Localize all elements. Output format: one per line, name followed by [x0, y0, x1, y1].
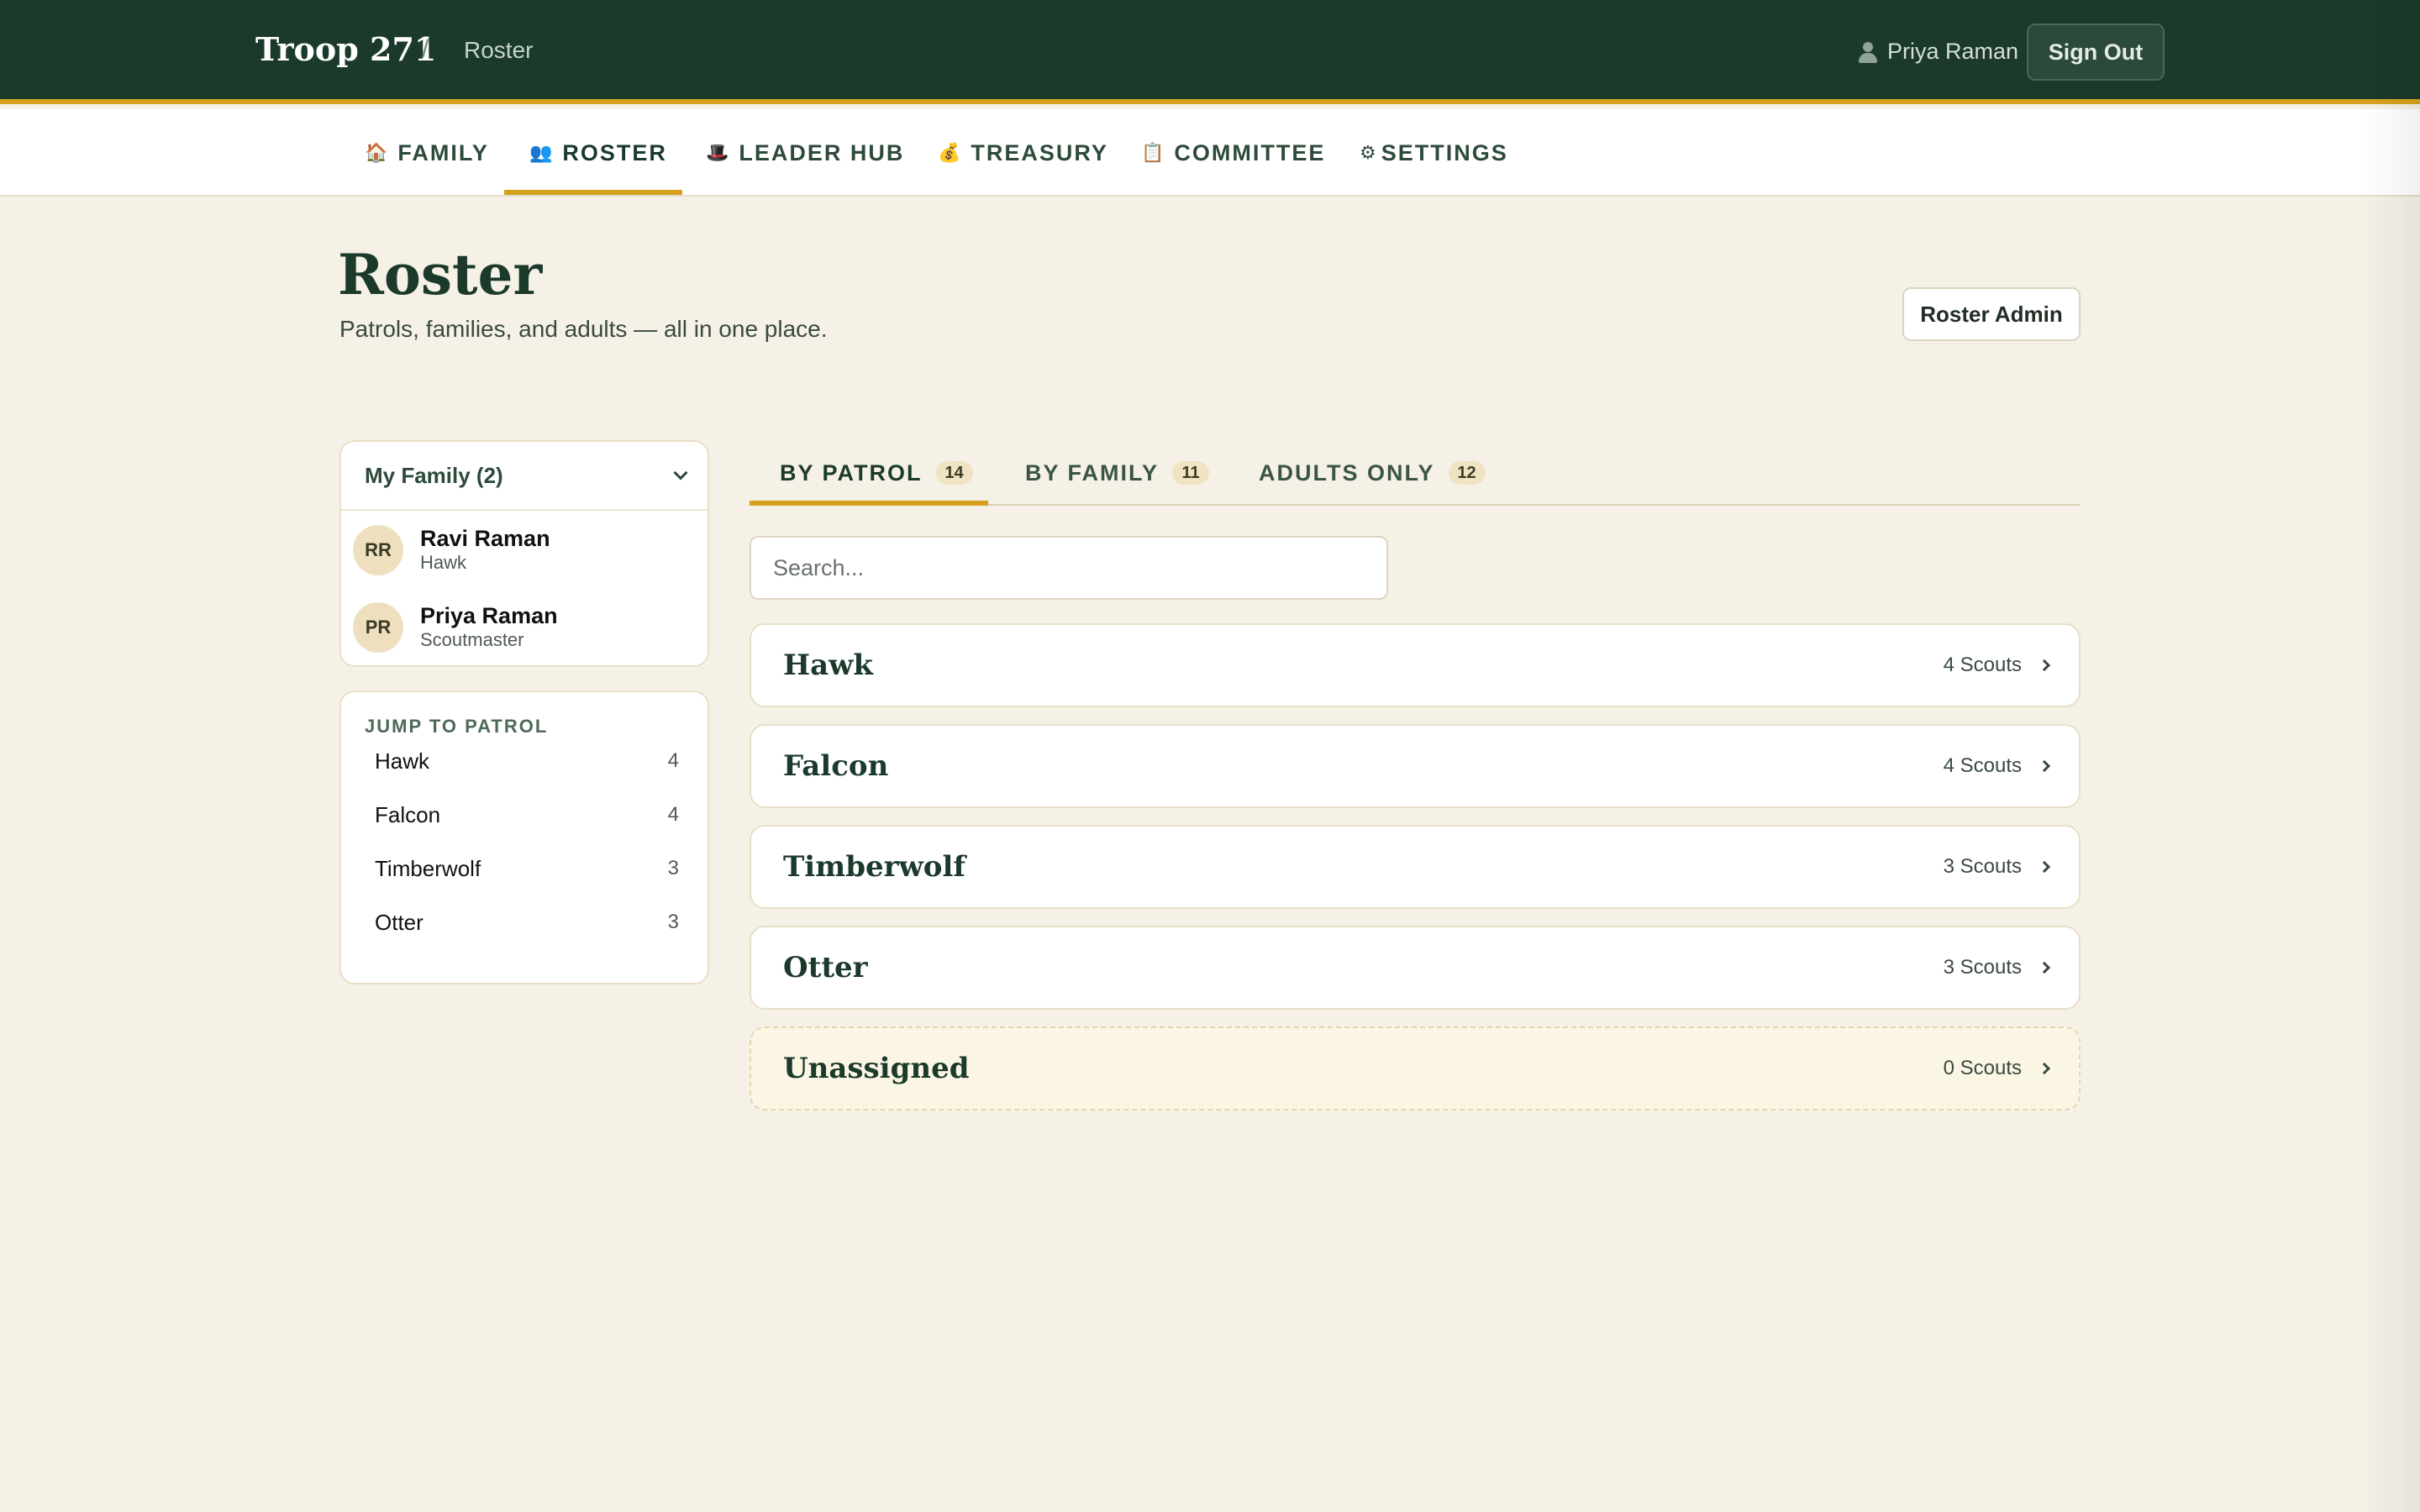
patrol-name: Unassigned	[783, 1052, 970, 1085]
avatar: PR	[353, 602, 403, 653]
roster-admin-button[interactable]: Roster Admin	[1902, 287, 2081, 341]
troop-brand[interactable]: Troop 271	[255, 30, 436, 68]
sign-out-button[interactable]: Sign Out	[2027, 24, 2165, 81]
avatar: RR	[353, 525, 403, 575]
nav-item-label: COMMITTEE	[1174, 139, 1326, 165]
jump-item-name: Otter	[375, 909, 424, 935]
nav-item-label: LEADER HUB	[739, 139, 905, 165]
jump-to-patrol-card: JUMP TO PATROL Hawk 4 Falcon 4 Timberwol…	[339, 690, 709, 984]
top-hat-icon: 🎩	[706, 142, 729, 163]
page-subtitle: Patrols, families, and adults — all in o…	[339, 316, 828, 342]
jump-item-name: Hawk	[375, 748, 430, 774]
member-name: Ravi Raman	[420, 525, 550, 551]
nav-item-roster[interactable]: 👥 ROSTER	[529, 109, 667, 197]
people-icon: 👥	[529, 142, 553, 163]
tab-label: BY FAMILY	[1025, 459, 1160, 486]
nav-item-family[interactable]: 🏠 FAMILY	[365, 109, 489, 197]
nav-item-label: TREASURY	[971, 139, 1108, 165]
nav-item-committee[interactable]: 📋 COMMITTEE	[1141, 109, 1325, 197]
patrol-name: Timberwolf	[783, 850, 965, 884]
patrol-scout-count: 4 Scouts	[1943, 754, 2022, 777]
nav-item-label: ROSTER	[562, 139, 667, 165]
nav-item-leader-hub[interactable]: 🎩 LEADER HUB	[706, 109, 904, 197]
patrol-name: Falcon	[783, 749, 889, 783]
roster-tabs: BY PATROL 14 BY FAMILY 11 ADULTS ONLY 12	[750, 440, 2081, 506]
jump-item-otter[interactable]: Otter 3	[375, 906, 679, 939]
user-icon	[1857, 40, 1879, 64]
page-title: Roster	[338, 242, 543, 307]
nav-item-treasury[interactable]: 💰 TREASURY	[938, 109, 1108, 197]
search-input[interactable]	[750, 536, 1388, 600]
top-bar: Troop 271 / Roster Priya Raman Sign Out	[0, 0, 2420, 104]
family-member[interactable]: PR Priya Raman Scoutmaster	[353, 600, 558, 655]
my-family-toggle[interactable]: My Family (2)	[341, 442, 708, 511]
chevron-right-icon	[2038, 860, 2051, 874]
jump-item-name: Falcon	[375, 801, 441, 827]
jump-item-count: 4	[667, 749, 679, 772]
tab-active-indicator	[750, 501, 988, 506]
jump-to-patrol-title: JUMP TO PATROL	[365, 716, 549, 737]
patrol-row-unassigned[interactable]: Unassigned 0 Scouts	[750, 1026, 2081, 1110]
main-nav: 🏠 FAMILY 👥 ROSTER 🎩 LEADER HUB 💰 TREASUR…	[0, 109, 2420, 197]
chevron-right-icon	[2038, 1062, 2051, 1075]
jump-item-count: 3	[667, 911, 679, 933]
house-icon: 🏠	[365, 142, 388, 163]
current-user-name: Priya Raman	[1887, 39, 2019, 64]
member-name: Priya Raman	[420, 602, 558, 628]
tab-count-badge: 14	[935, 461, 973, 485]
jump-item-count: 4	[667, 803, 679, 826]
breadcrumb-separator: /	[422, 35, 429, 63]
current-user: Priya Raman	[1857, 39, 2018, 65]
patrol-row-falcon[interactable]: Falcon 4 Scouts	[750, 724, 2081, 808]
chevron-right-icon	[2038, 759, 2051, 773]
member-role: Hawk	[420, 551, 467, 573]
tab-count-badge: 12	[1448, 461, 1486, 485]
member-role: Scoutmaster	[420, 628, 524, 650]
tab-label: BY PATROL	[780, 459, 923, 486]
my-family-header: My Family (2)	[365, 462, 503, 488]
patrol-name: Hawk	[783, 648, 873, 682]
jump-item-falcon[interactable]: Falcon 4	[375, 798, 679, 832]
tab-by-family[interactable]: BY FAMILY 11	[1025, 440, 1210, 506]
patrol-scout-count: 4 Scouts	[1943, 654, 2022, 676]
tab-by-patrol[interactable]: BY PATROL 14	[780, 440, 973, 506]
tab-count-badge: 11	[1172, 461, 1210, 485]
gear-icon: ⚙	[1360, 142, 1376, 163]
clipboard-icon: 📋	[1141, 142, 1165, 163]
page-edge-shadow	[2361, 0, 2420, 1512]
patrol-scout-count: 3 Scouts	[1943, 956, 2022, 979]
jump-item-timberwolf[interactable]: Timberwolf 3	[375, 852, 679, 885]
money-bag-icon: 💰	[938, 142, 961, 163]
patrol-scout-count: 3 Scouts	[1943, 855, 2022, 878]
patrol-scout-count: 0 Scouts	[1943, 1057, 2022, 1079]
chevron-down-icon	[673, 465, 688, 480]
jump-item-hawk[interactable]: Hawk 4	[375, 744, 679, 778]
tab-label: ADULTS ONLY	[1259, 459, 1435, 486]
breadcrumb-current: Roster	[464, 37, 534, 63]
tab-adults-only[interactable]: ADULTS ONLY 12	[1259, 440, 1486, 506]
patrol-name: Otter	[783, 951, 868, 984]
family-member[interactable]: RR Ravi Raman Hawk	[353, 522, 550, 578]
nav-active-indicator	[504, 190, 682, 195]
nav-item-label: FAMILY	[397, 139, 489, 165]
jump-item-count: 3	[667, 857, 679, 879]
patrol-row-hawk[interactable]: Hawk 4 Scouts	[750, 623, 2081, 707]
nav-item-settings[interactable]: ⚙ SETTINGS	[1360, 109, 1508, 197]
patrol-row-otter[interactable]: Otter 3 Scouts	[750, 926, 2081, 1010]
chevron-right-icon	[2038, 659, 2051, 672]
nav-item-label: SETTINGS	[1381, 139, 1508, 165]
jump-item-name: Timberwolf	[375, 855, 481, 881]
patrol-row-timberwolf[interactable]: Timberwolf 3 Scouts	[750, 825, 2081, 909]
my-family-card: My Family (2) RR Ravi Raman Hawk PR Priy…	[339, 440, 709, 667]
chevron-right-icon	[2038, 961, 2051, 974]
